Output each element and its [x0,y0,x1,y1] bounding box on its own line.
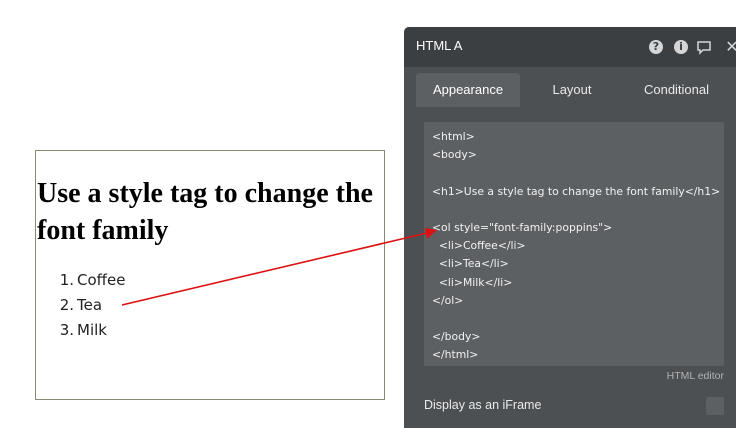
tab-appearance[interactable]: Appearance [416,73,520,107]
html-preview: Use a style tag to change the font famil… [35,150,385,400]
html-editor-label: HTML editor [666,370,724,382]
list-item-number: 3. [59,321,74,339]
preview-heading: Use a style tag to change the font famil… [37,178,373,246]
preview-list: 1. Coffee 2. Tea 3. Milk [59,268,126,343]
html-code[interactable]: <html> <body> <h1>Use a style tag to cha… [432,128,720,365]
panel-header[interactable]: HTML A ? i ✕ [404,27,736,67]
list-item-number: 1. [59,271,74,289]
question-icon[interactable]: ? [649,40,663,54]
list-item-text: Milk [77,321,107,339]
iframe-label: Display as an iFrame [424,398,542,412]
panel-tabs: Appearance Layout Conditional [404,67,736,107]
comment-icon[interactable] [696,39,712,55]
property-editor-panel: HTML A ? i ✕ Appearance Layout Condition… [404,27,736,428]
list-item: 1. Coffee [59,268,126,293]
panel-title: HTML A [416,38,463,53]
list-item-number: 2. [59,296,74,314]
html-editor[interactable]: <html> <body> <h1>Use a style tag to cha… [424,122,724,366]
close-icon[interactable]: ✕ [724,39,736,55]
list-item-text: Tea [77,296,103,314]
iframe-checkbox[interactable] [706,397,724,415]
iframe-option-row: Display as an iFrame [424,397,724,417]
tab-layout[interactable]: Layout [532,73,612,107]
list-item: 2. Tea [59,293,125,318]
list-item-text: Coffee [77,271,126,289]
list-item: 3. Milk [59,318,125,343]
info-icon[interactable]: i [674,40,688,54]
tab-conditional[interactable]: Conditional [629,73,724,107]
